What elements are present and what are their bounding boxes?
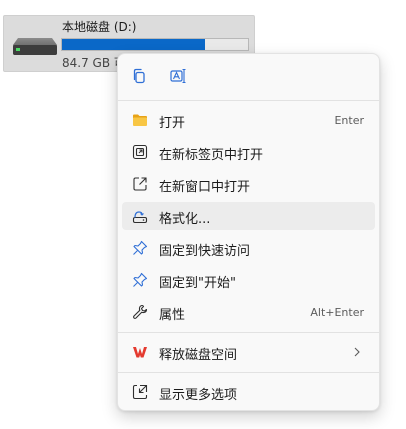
quick-actions-bar (118, 54, 379, 100)
pin-start-icon (133, 272, 148, 287)
menu-separator (118, 372, 379, 373)
menu-item-open-new-window[interactable]: 在新窗口中打开 (122, 170, 375, 198)
drive-name: 本地磁盘 (D:) (62, 20, 137, 34)
menu-item-label: 在新标签页中打开 (159, 148, 264, 163)
menu-item-label: 在新窗口中打开 (159, 180, 251, 195)
menu-separator (118, 100, 379, 101)
menu-item-pin-start[interactable]: 固定到"开始" (122, 266, 375, 294)
copy-icon (133, 68, 145, 84)
wrench-icon (133, 304, 148, 319)
rename-icon (170, 68, 186, 84)
menu-item-label: 属性 (159, 308, 186, 323)
open-new-window-icon (133, 177, 147, 191)
drive-usage-fill (62, 39, 206, 50)
menu-item-shortcut: Enter (334, 114, 364, 127)
menu-item-open-new-tab[interactable]: 在新标签页中打开 (122, 138, 375, 166)
copy-button[interactable] (126, 63, 152, 89)
menu-separator (118, 332, 379, 333)
menu-item-label: 打开 (159, 116, 186, 131)
chevron-right-icon (354, 347, 360, 357)
menu-item-shortcut: Alt+Enter (310, 306, 364, 319)
pin-icon (133, 240, 148, 255)
hard-drive-icon (13, 38, 57, 55)
drive-usage-bar (61, 38, 249, 51)
menu-item-show-more-options[interactable]: 显示更多选项 (122, 378, 375, 406)
menu-item-open[interactable]: 打开 Enter (122, 106, 375, 134)
more-options-icon (132, 384, 148, 400)
menu-item-pin-quick-access[interactable]: 固定到快速访问 (122, 234, 375, 262)
folder-icon (133, 114, 147, 126)
rename-button[interactable] (166, 63, 192, 89)
format-drive-icon (132, 211, 148, 224)
menu-item-label: 释放磁盘空间 (159, 348, 238, 363)
context-menu: 打开 Enter 在新标签页中打开 在新窗口中打开 格式化... 固定到快速访问… (117, 53, 380, 411)
menu-item-properties[interactable]: 属性 Alt+Enter (122, 298, 375, 326)
menu-item-label: 显示更多选项 (159, 388, 238, 403)
menu-item-label: 格式化... (159, 212, 211, 227)
menu-item-label: 固定到快速访问 (159, 244, 251, 259)
open-new-tab-icon (132, 144, 148, 160)
menu-item-format[interactable]: 格式化... (122, 202, 375, 230)
menu-item-free-disk-space[interactable]: 释放磁盘空间 (122, 338, 375, 366)
menu-item-label: 固定到"开始" (159, 276, 236, 291)
wps-icon (133, 347, 147, 358)
